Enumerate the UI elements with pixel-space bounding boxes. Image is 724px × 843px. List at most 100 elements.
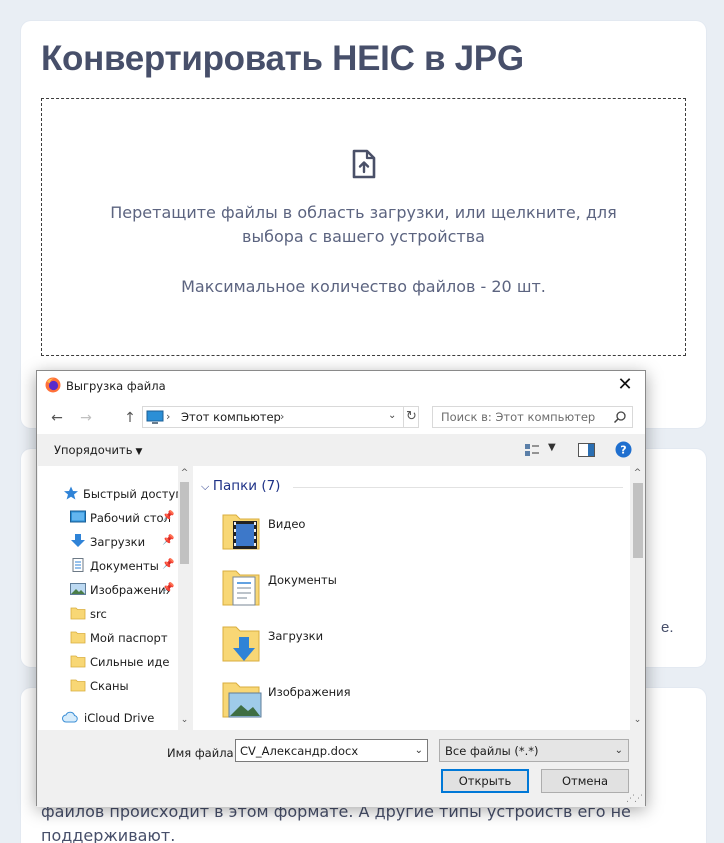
filepane-scroll-thumb[interactable] <box>633 483 643 558</box>
dropzone-instruction-line1: Перетащите файлы в область загрузки, или… <box>110 203 617 222</box>
sidebar-item-icloud-drive[interactable]: iCloud Drive <box>38 707 178 729</box>
filetype-select[interactable]: Все файлы (*.*) ⌄ <box>439 739 629 762</box>
dialog-title: Выгрузка файла <box>66 379 166 393</box>
view-dropdown-icon[interactable]: ▼ <box>548 442 556 453</box>
folder-label: Изображения <box>268 685 351 699</box>
sidebar-item-label: Рабочий стол <box>90 511 170 525</box>
filename-value: CV_Александр.docx <box>240 744 359 758</box>
firefox-icon <box>45 377 61 393</box>
scroll-up-icon[interactable]: ^ <box>630 468 645 478</box>
max-files-note: Максимальное количество файлов - 20 шт. <box>181 277 546 296</box>
search-icon[interactable] <box>613 410 627 424</box>
sidebar-item-label: Быстрый доступ <box>83 487 178 501</box>
forward-arrow-icon[interactable]: → <box>76 408 96 428</box>
scroll-down-icon[interactable]: ⌄ <box>630 715 645 725</box>
preview-pane-icon[interactable] <box>578 443 595 457</box>
sidebar-item-downloads[interactable]: Загрузки 📌 <box>38 531 178 553</box>
cloud-icon <box>62 711 78 723</box>
filepane-scrollbar[interactable]: ^ ⌄ <box>630 466 645 730</box>
downloads-folder-icon <box>222 626 260 662</box>
navpane-scroll-thumb[interactable] <box>180 482 189 564</box>
pin-icon: 📌 <box>162 535 175 546</box>
caret-down-icon: ▼ <box>135 447 143 457</box>
folder-icon <box>70 631 86 644</box>
folder-item-documents[interactable]: Документы <box>221 565 521 611</box>
sidebar-item-label: Сильные идеи <box>90 655 170 669</box>
scroll-up-icon[interactable]: ^ <box>178 468 191 478</box>
folder-label: Видео <box>268 517 306 531</box>
breadcrumb-chevron-icon[interactable]: › <box>166 410 170 423</box>
sidebar-item-scans[interactable]: Сканы <box>38 675 178 697</box>
sidebar-item-pictures[interactable]: Изображения 📌 <box>38 579 178 601</box>
pin-icon: 📌 <box>162 583 175 594</box>
sidebar-item-src[interactable]: src <box>38 603 178 625</box>
search-box[interactable]: Поиск в: Этот компьютер <box>432 406 633 428</box>
resize-grip-icon[interactable]: ⋰⋰ <box>626 794 643 804</box>
pictures-icon <box>70 583 86 595</box>
folder-icon <box>70 607 86 620</box>
help-icon[interactable]: ? <box>615 441 632 458</box>
converter-card: Конвертировать HEIC в JPG Перетащите фай… <box>21 21 706 428</box>
folder-item-downloads[interactable]: Загрузки <box>221 621 521 667</box>
file-list-pane: ⌵ Папки (7) Видео Документы Загрузки Изо… <box>193 466 645 730</box>
sidebar-item-quick-access[interactable]: Быстрый доступ <box>38 483 178 505</box>
svg-text:?: ? <box>620 444 626 457</box>
view-options-icon[interactable] <box>524 443 540 457</box>
dialog-toolbar: Упорядочить ▼ ▼ ? <box>37 434 645 465</box>
chevron-down-icon: ⌄ <box>614 745 623 756</box>
folder-icon <box>70 655 86 668</box>
dialog-titlebar[interactable]: Выгрузка файла ✕ <box>37 371 645 400</box>
address-dropdown-icon[interactable]: ⌄ <box>388 410 396 421</box>
search-placeholder: Поиск в: Этот компьютер <box>441 410 596 424</box>
folder-label: Документы <box>268 573 337 587</box>
star-icon <box>64 486 78 500</box>
sidebar-item-label: src <box>90 607 107 621</box>
download-arrow-icon <box>71 534 85 547</box>
sidebar-item-desktop[interactable]: Рабочий стол 📌 <box>38 507 178 529</box>
navigation-pane: Быстрый доступ Рабочий стол 📌 Загрузки 📌… <box>38 466 191 730</box>
sidebar-item-label: Документы <box>90 559 159 573</box>
file-upload-dialog: Выгрузка файла ✕ ← → ↑ › Этот компьютер … <box>36 370 646 807</box>
chevron-down-icon[interactable]: ⌄ <box>415 745 423 756</box>
breadcrumb-this-pc[interactable]: Этот компьютер <box>181 410 281 424</box>
computer-icon <box>146 410 164 424</box>
sidebar-item-documents[interactable]: Документы 📌 <box>38 555 178 577</box>
document-icon <box>72 558 84 572</box>
chevron-down-icon: ⌵ <box>201 480 213 493</box>
group-divider <box>293 487 623 488</box>
up-arrow-icon[interactable]: ↑ <box>120 408 140 428</box>
video-folder-icon <box>222 514 260 550</box>
sidebar-item-label: Изображения <box>90 583 170 597</box>
folders-group-header[interactable]: ⌵ Папки (7) <box>201 478 280 494</box>
sidebar-item-label: Загрузки <box>90 535 146 549</box>
refresh-icon[interactable]: ↻ <box>403 407 419 427</box>
desktop-icon <box>70 510 86 523</box>
scroll-down-icon[interactable]: ⌄ <box>178 715 191 725</box>
documents-folder-icon <box>222 570 260 606</box>
address-bar[interactable]: › Этот компьютер › ⌄ ↻ <box>142 406 419 428</box>
open-button[interactable]: Открыть <box>441 769 529 793</box>
navpane-scrollbar[interactable]: ^ ⌄ <box>178 466 191 730</box>
folder-item-video[interactable]: Видео <box>221 509 521 555</box>
cancel-button[interactable]: Отмена <box>541 769 629 793</box>
pictures-folder-icon <box>222 682 262 718</box>
dropzone-instruction-line2: выбора с вашего устройства <box>242 227 485 246</box>
sidebar-item-label: Сканы <box>90 679 129 693</box>
pin-icon: 📌 <box>162 559 175 570</box>
organize-menu-button[interactable]: Упорядочить ▼ <box>54 443 142 457</box>
filetype-value: Все файлы (*.*) <box>445 744 539 758</box>
back-arrow-icon[interactable]: ← <box>47 408 67 428</box>
filename-input[interactable]: CV_Александр.docx ⌄ <box>235 739 428 762</box>
sidebar-item-strong-ideas[interactable]: Сильные идеи <box>38 651 178 673</box>
close-button[interactable]: ✕ <box>611 374 639 398</box>
group-header-label: Папки (7) <box>212 478 281 494</box>
upload-dropzone[interactable]: Перетащите файлы в область загрузки, или… <box>41 98 686 356</box>
breadcrumb-chevron-icon[interactable]: › <box>280 410 284 423</box>
organize-label: Упорядочить <box>54 443 133 457</box>
folder-icon <box>70 679 86 692</box>
sidebar-item-my-passport[interactable]: Мой паспорт <box>38 627 178 649</box>
sidebar-item-label: iCloud Drive <box>84 711 155 725</box>
folder-label: Загрузки <box>268 629 324 643</box>
info-text-fragment: е. <box>661 619 674 636</box>
folder-item-pictures[interactable]: Изображения <box>221 677 521 723</box>
